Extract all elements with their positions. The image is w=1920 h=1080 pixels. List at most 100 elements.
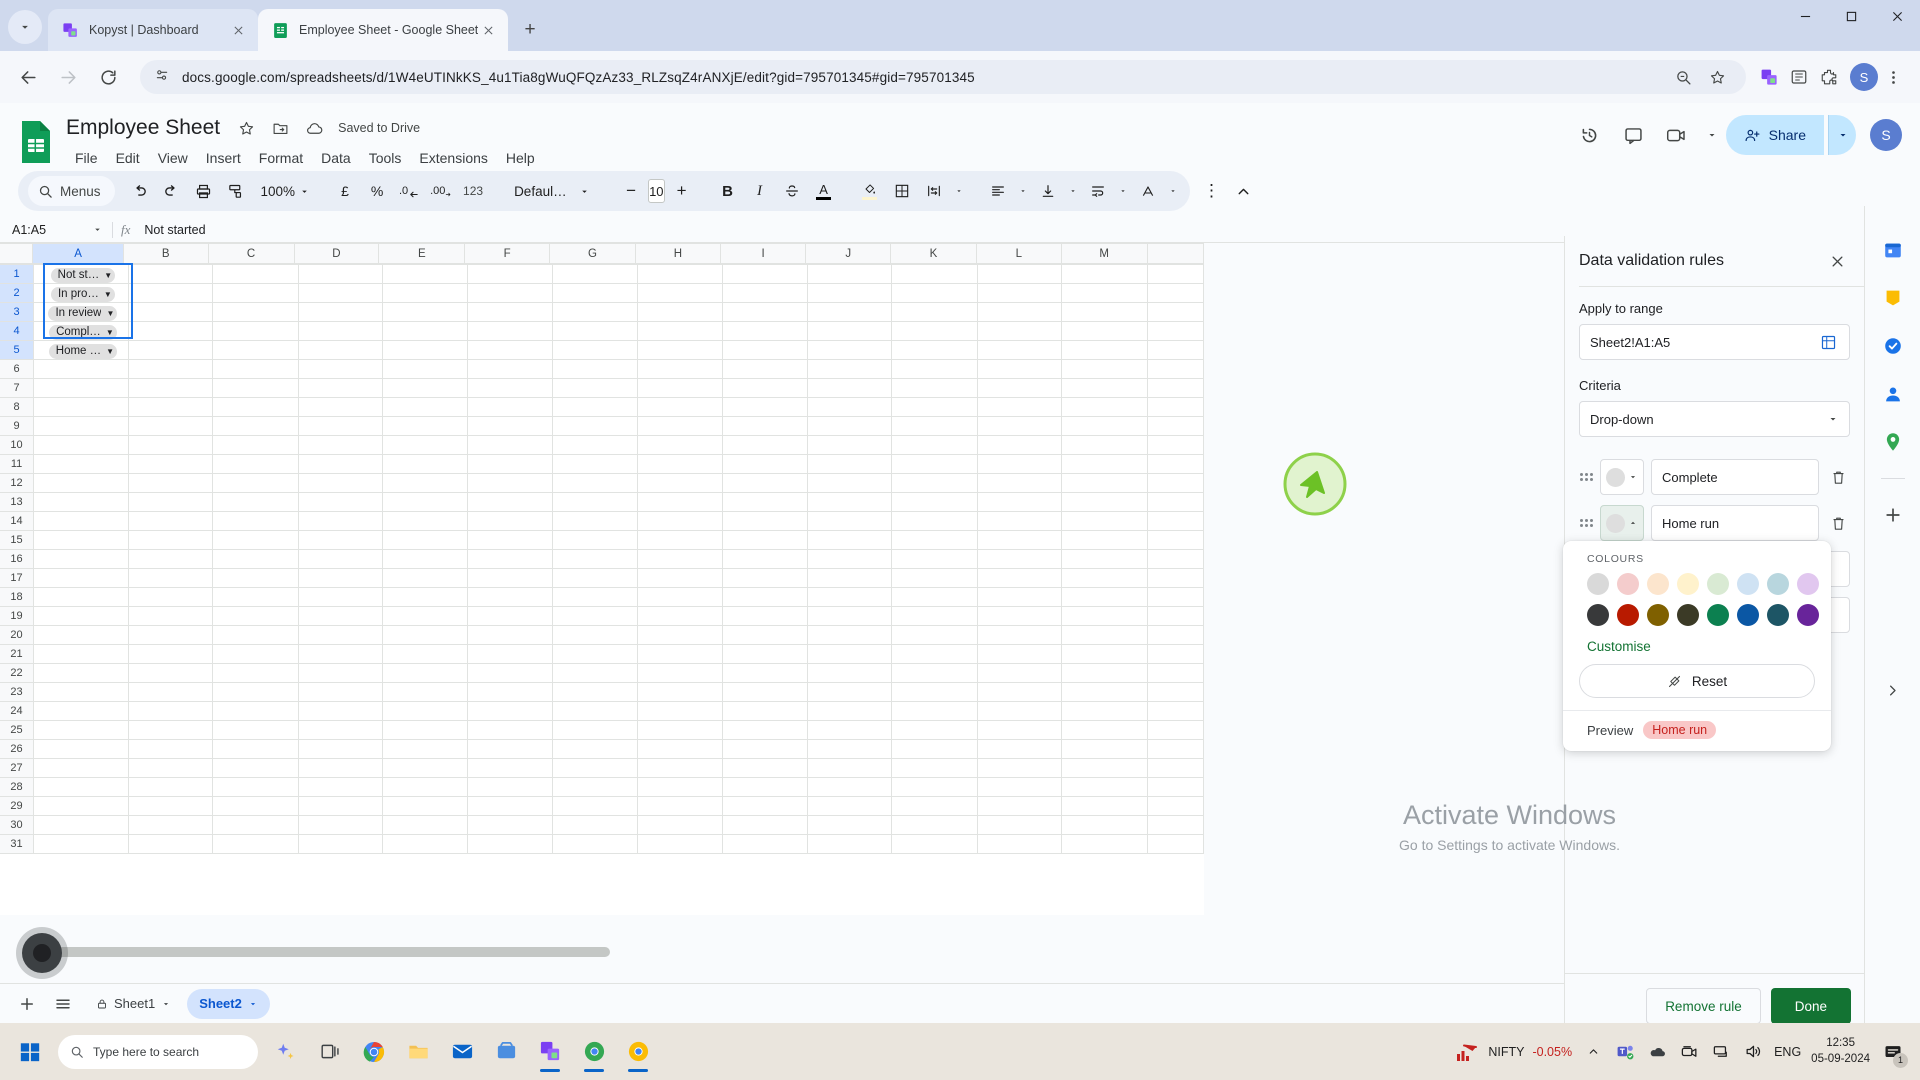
- grid-cell[interactable]: [976, 606, 1063, 626]
- dropdown-chip[interactable]: In pro… ▼: [50, 286, 115, 302]
- grid-cell[interactable]: [1061, 378, 1148, 398]
- grid-cell[interactable]: [127, 473, 214, 493]
- grid-cell[interactable]: [297, 758, 383, 778]
- grid-cell[interactable]: [891, 302, 978, 322]
- row-header-16[interactable]: 16: [0, 549, 35, 569]
- grid-cell[interactable]: [551, 644, 639, 664]
- grid-cell[interactable]: [891, 435, 978, 455]
- text-wrap-button[interactable]: [1083, 176, 1113, 206]
- close-icon[interactable]: [478, 20, 498, 40]
- grid-cell[interactable]: [976, 568, 1063, 588]
- grid-cell[interactable]: [551, 701, 639, 721]
- grid-cell[interactable]: [551, 834, 639, 854]
- grid-cell[interactable]: [551, 511, 639, 531]
- grid-cell[interactable]: [1146, 625, 1204, 645]
- grid-cell[interactable]: [891, 663, 978, 683]
- grid-cell[interactable]: [976, 264, 1063, 284]
- grid-cell[interactable]: [1061, 606, 1148, 626]
- grid-cell[interactable]: [297, 663, 383, 683]
- grid-cell[interactable]: [1061, 663, 1148, 683]
- zoom-select[interactable]: 100%: [253, 176, 315, 206]
- grid-cell[interactable]: [637, 701, 723, 721]
- column-header-h[interactable]: H: [634, 243, 721, 264]
- colour-swatch-dark[interactable]: [1707, 604, 1729, 626]
- row-header-4[interactable]: 4: [0, 321, 35, 341]
- colour-swatch-light[interactable]: [1677, 573, 1699, 595]
- grid-cell[interactable]: [976, 720, 1063, 740]
- paint-format-icon[interactable]: [221, 176, 251, 206]
- grid-cell[interactable]: [806, 834, 893, 854]
- collapse-toolbar-icon[interactable]: [1229, 176, 1259, 206]
- menus-search-button[interactable]: Menus: [28, 176, 115, 206]
- grid-cell[interactable]: [33, 606, 129, 626]
- grid-cell[interactable]: [721, 340, 808, 360]
- grid-cell[interactable]: [976, 378, 1063, 398]
- grid-cell[interactable]: [212, 720, 299, 740]
- grid-cell[interactable]: [637, 283, 723, 303]
- grid-cell[interactable]: [637, 644, 723, 664]
- grid-cell[interactable]: [976, 302, 1063, 322]
- grid-cell[interactable]: [551, 397, 639, 417]
- grid-cell[interactable]: [976, 834, 1063, 854]
- grid-cell[interactable]: [976, 815, 1063, 835]
- grid-cell[interactable]: [212, 625, 299, 645]
- grid-cell[interactable]: [381, 625, 469, 645]
- grid-cell[interactable]: [127, 397, 214, 417]
- column-header-a[interactable]: A: [32, 243, 124, 264]
- colour-swatch-light[interactable]: [1767, 573, 1789, 595]
- currency-format-button[interactable]: £: [330, 176, 360, 206]
- grid-cell[interactable]: [891, 796, 978, 816]
- grid-cell[interactable]: [637, 302, 723, 322]
- grid-cell[interactable]: [381, 720, 469, 740]
- row-header-19[interactable]: 19: [0, 606, 35, 626]
- grid-cell[interactable]: [212, 416, 299, 436]
- grid-cell[interactable]: [806, 568, 893, 588]
- grid-cell[interactable]: [127, 777, 214, 797]
- grid-cell[interactable]: [297, 511, 383, 531]
- grid-cell[interactable]: [976, 492, 1063, 512]
- grid-cell[interactable]: [212, 606, 299, 626]
- grid-cell[interactable]: [33, 568, 129, 588]
- grid-cell[interactable]: [212, 454, 299, 474]
- row-header-21[interactable]: 21: [0, 644, 35, 664]
- grid-cell[interactable]: [381, 397, 469, 417]
- grid-cell[interactable]: [551, 454, 639, 474]
- share-caret-icon[interactable]: [1828, 115, 1856, 155]
- grid-cell[interactable]: [976, 359, 1063, 379]
- grid-cell[interactable]: [212, 644, 299, 664]
- grid-cell[interactable]: [721, 663, 808, 683]
- grid-cell[interactable]: [891, 701, 978, 721]
- grid-cell[interactable]: [806, 416, 893, 436]
- grid-cell[interactable]: [721, 739, 808, 759]
- grid-cell[interactable]: [212, 663, 299, 683]
- grid-cell[interactable]: [467, 416, 553, 436]
- grid-cell[interactable]: [127, 264, 214, 284]
- grid-cell[interactable]: [1061, 321, 1148, 341]
- grid-cell[interactable]: [637, 587, 723, 607]
- version-history-icon[interactable]: [1570, 115, 1610, 155]
- grid-cell[interactable]: [806, 739, 893, 759]
- row-header-27[interactable]: 27: [0, 758, 35, 778]
- close-panel-icon[interactable]: [1822, 246, 1852, 276]
- grid-cell[interactable]: [212, 758, 299, 778]
- select-all-corner[interactable]: [0, 243, 34, 264]
- grid-cell[interactable]: [1146, 815, 1204, 835]
- grid-cell[interactable]: [381, 568, 469, 588]
- grid-cell[interactable]: [637, 625, 723, 645]
- grid-cell[interactable]: [212, 359, 299, 379]
- grid-cell[interactable]: [551, 359, 639, 379]
- grid-cell[interactable]: [467, 302, 553, 322]
- grid-cell[interactable]: [1061, 397, 1148, 417]
- grid-cell[interactable]: [127, 340, 214, 360]
- grid-cell[interactable]: [297, 644, 383, 664]
- grid-cell[interactable]: [891, 397, 978, 417]
- grid-cell[interactable]: [381, 777, 469, 797]
- grid-cell[interactable]: [1061, 492, 1148, 512]
- grid-cell[interactable]: [381, 321, 469, 341]
- option-color-button[interactable]: [1600, 505, 1644, 541]
- grid-cell[interactable]: [1146, 587, 1204, 607]
- row-header-22[interactable]: 22: [0, 663, 35, 683]
- font-size-input[interactable]: 10: [648, 179, 665, 203]
- grid-cell[interactable]: [976, 435, 1063, 455]
- colour-swatch-dark[interactable]: [1797, 604, 1819, 626]
